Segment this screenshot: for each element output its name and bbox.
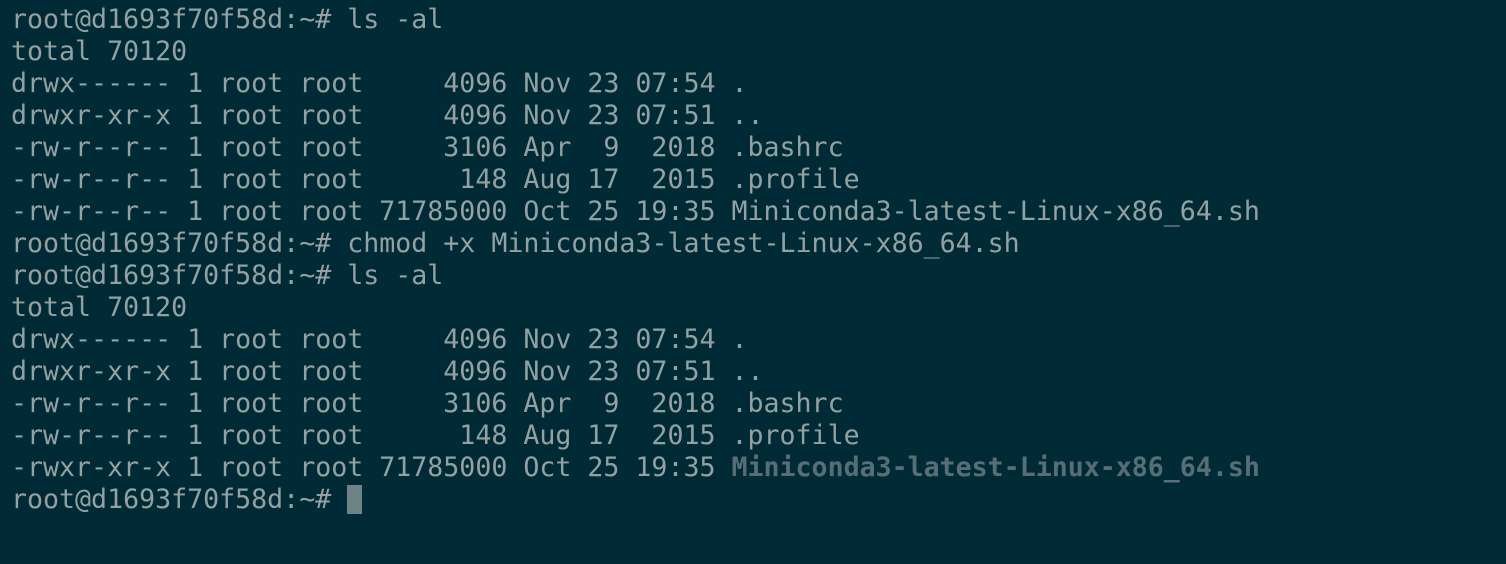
total-line: total 70120 (11, 36, 188, 67)
terminal-window[interactable]: root@d1693f70f58d:~# ls -al total 70120 … (0, 0, 1506, 564)
listing-row: drwxr-xr-x 1 root root 4096 Nov 23 07:51… (11, 100, 1506, 132)
file-name: .profile (731, 420, 860, 451)
command-text: ls -al (347, 260, 444, 291)
listing-row: drwx------ 1 root root 4096 Nov 23 07:54… (11, 324, 1506, 356)
command-line: root@d1693f70f58d:~# ls -al (11, 260, 1506, 292)
file-name: Miniconda3-latest-Linux-x86_64.sh (731, 196, 1260, 227)
file-meta: drwxr-xr-x 1 root root 4096 Nov 23 07:51 (11, 356, 732, 387)
file-meta: -rw-r--r-- 1 root root 3106 Apr 9 2018 (11, 388, 732, 419)
command-line: root@d1693f70f58d:~# ls -al (11, 4, 1506, 36)
prompt: root@d1693f70f58d:~# (11, 260, 348, 291)
listing-row: drwxr-xr-x 1 root root 4096 Nov 23 07:51… (11, 356, 1506, 388)
file-meta: -rw-r--r-- 1 root root 3106 Apr 9 2018 (11, 132, 732, 163)
listing-row: -rw-r--r-- 1 root root 3106 Apr 9 2018 .… (11, 132, 1506, 164)
command-line: root@d1693f70f58d:~# chmod +x Miniconda3… (11, 228, 1506, 260)
file-meta: -rwxr-xr-x 1 root root 71785000 Oct 25 1… (11, 452, 732, 483)
listing-row: -rw-r--r-- 1 root root 148 Aug 17 2015 .… (11, 164, 1506, 196)
file-meta: drwx------ 1 root root 4096 Nov 23 07:54 (11, 68, 732, 99)
listing-row: -rw-r--r-- 1 root root 71785000 Oct 25 1… (11, 196, 1506, 228)
listing-row: -rw-r--r-- 1 root root 3106 Apr 9 2018 .… (11, 388, 1506, 420)
file-name: .. (731, 100, 764, 131)
prompt: root@d1693f70f58d:~# (11, 4, 348, 35)
file-name: .profile (731, 164, 860, 195)
file-meta: drwxr-xr-x 1 root root 4096 Nov 23 07:51 (11, 100, 732, 131)
executable-file-name: Miniconda3-latest-Linux-x86_64.sh (731, 452, 1260, 483)
file-meta: -rw-r--r-- 1 root root 148 Aug 17 2015 (11, 164, 732, 195)
file-name: . (731, 68, 748, 99)
listing-row: -rwxr-xr-x 1 root root 71785000 Oct 25 1… (11, 452, 1506, 484)
file-meta: -rw-r--r-- 1 root root 71785000 Oct 25 1… (11, 196, 732, 227)
file-name: .bashrc (731, 388, 844, 419)
file-name: .bashrc (731, 132, 844, 163)
prompt: root@d1693f70f58d:~# (11, 228, 348, 259)
file-name: . (731, 324, 748, 355)
active-prompt-line[interactable]: root@d1693f70f58d:~# (11, 484, 1506, 516)
file-meta: -rw-r--r-- 1 root root 148 Aug 17 2015 (11, 420, 732, 451)
command-text: ls -al (347, 4, 444, 35)
file-name: .. (731, 356, 764, 387)
listing-row: -rw-r--r-- 1 root root 148 Aug 17 2015 .… (11, 420, 1506, 452)
listing-row: drwx------ 1 root root 4096 Nov 23 07:54… (11, 68, 1506, 100)
prompt: root@d1693f70f58d:~# (11, 484, 348, 515)
text-cursor[interactable] (347, 485, 363, 514)
file-meta: drwx------ 1 root root 4096 Nov 23 07:54 (11, 324, 732, 355)
total-line: total 70120 (11, 292, 188, 323)
command-text: chmod +x Miniconda3-latest-Linux-x86_64.… (347, 228, 1020, 259)
